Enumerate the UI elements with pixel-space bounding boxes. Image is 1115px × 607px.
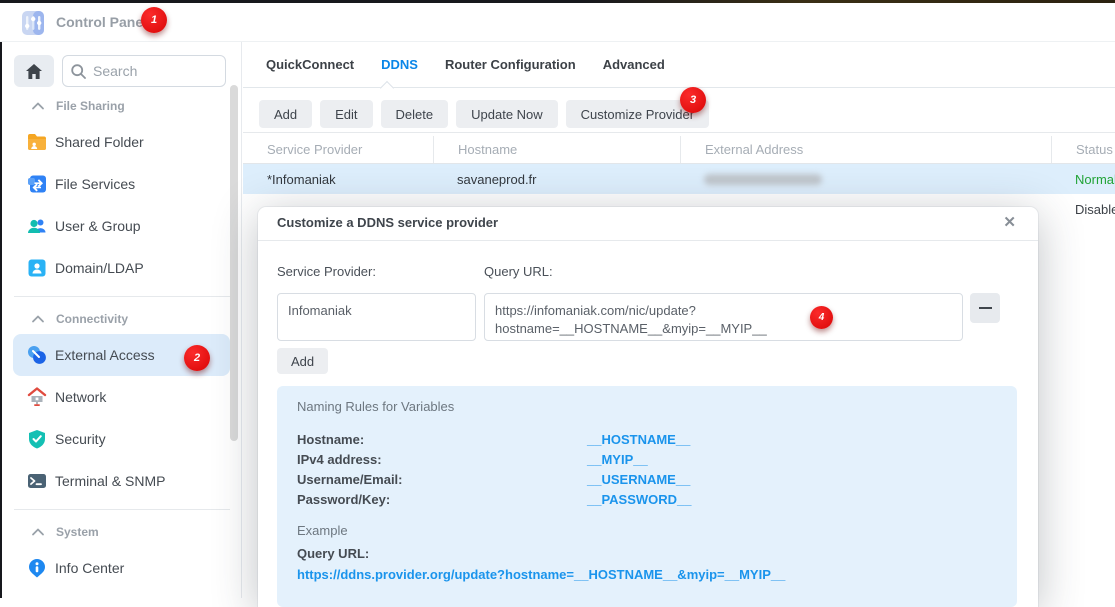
rule-password: Password/Key: __PASSWORD__ <box>297 489 997 509</box>
tab-advanced[interactable]: Advanced <box>603 57 665 72</box>
sidebar-item-label: Terminal & SNMP <box>55 473 165 489</box>
example-query-url-link[interactable]: https://ddns.provider.org/update?hostnam… <box>297 567 997 582</box>
remove-provider-button[interactable] <box>970 293 1000 323</box>
sidebar: File Sharing Shared Folder File Services… <box>2 42 242 598</box>
column-header-external-address[interactable]: External Address <box>680 136 1051 163</box>
sidebar-item-shared-folder[interactable]: Shared Folder <box>2 121 242 163</box>
cell-status: Normal <box>1051 164 1115 194</box>
shared-folder-icon <box>27 132 47 152</box>
sidebar-item-label: Shared Folder <box>55 134 144 150</box>
annotation-badge-3: 3 <box>680 87 706 113</box>
customize-ddns-provider-dialog: Customize a DDNS service provider ✕ Serv… <box>258 207 1038 607</box>
sidebar-item-label: Info Center <box>55 560 124 576</box>
column-header-service-provider[interactable]: Service Provider <box>243 136 433 163</box>
tab-ddns[interactable]: DDNS <box>381 57 418 72</box>
example-query-url-label: Query URL: <box>297 546 997 561</box>
tab-bar: QuickConnect DDNS Router Configuration A… <box>243 42 1115 88</box>
sidebar-item-label: User & Group <box>55 218 141 234</box>
page-title: Control Panel <box>56 3 147 42</box>
cell-external-address <box>680 164 1051 194</box>
chevron-up-icon <box>31 101 45 111</box>
sidebar-item-network[interactable]: Network <box>2 376 242 418</box>
annotation-badge-1: 1 <box>141 7 167 33</box>
sidebar-item-security[interactable]: Security <box>2 418 242 460</box>
sidebar-group-label: File Sharing <box>56 99 125 113</box>
query-url-input[interactable]: https://infomaniak.com/nic/update? hostn… <box>484 293 963 341</box>
search-box[interactable] <box>62 55 226 87</box>
control-panel-icon <box>22 11 44 35</box>
terminal-icon <box>27 471 47 491</box>
chevron-up-icon <box>31 314 45 324</box>
annotation-badge-2: 2 <box>184 345 210 371</box>
update-now-button[interactable]: Update Now <box>456 100 558 128</box>
sidebar-group-connectivity[interactable]: Connectivity <box>2 309 232 329</box>
delete-button[interactable]: Delete <box>381 100 449 128</box>
example-label: Example <box>297 523 997 538</box>
edit-button[interactable]: Edit <box>320 100 372 128</box>
query-url-line2: hostname=__HOSTNAME__&myip=__MYIP__ <box>495 320 952 338</box>
domain-ldap-icon <box>27 258 47 278</box>
sidebar-group-file-sharing[interactable]: File Sharing <box>2 96 232 116</box>
app-header: Control Panel <box>0 3 1115 42</box>
blurred-ip-address <box>704 174 822 185</box>
sidebar-item-user-group[interactable]: User & Group <box>2 205 242 247</box>
sidebar-item-label: File Services <box>55 176 135 192</box>
sidebar-item-label: External Access <box>55 347 155 363</box>
sidebar-item-info-center[interactable]: Info Center <box>2 547 242 589</box>
chevron-up-icon <box>31 527 45 537</box>
external-access-icon <box>27 345 47 365</box>
home-icon <box>26 64 42 79</box>
sidebar-divider <box>14 296 230 297</box>
sidebar-item-file-services[interactable]: File Services <box>2 163 242 205</box>
tab-router-configuration[interactable]: Router Configuration <box>445 57 576 72</box>
tab-quickconnect[interactable]: QuickConnect <box>266 57 354 72</box>
add-button[interactable]: Add <box>259 100 312 128</box>
cell-hostname: savaneprod.fr <box>433 164 680 194</box>
annotation-badge-4: 4 <box>810 306 833 329</box>
rule-username: Username/Email: __USERNAME__ <box>297 469 997 489</box>
dialog-add-button[interactable]: Add <box>277 348 328 374</box>
column-header-status[interactable]: Status <box>1051 136 1115 163</box>
minus-icon <box>979 307 992 309</box>
rule-hostname: Hostname: __HOSTNAME__ <box>297 429 997 449</box>
user-group-icon <box>27 216 47 236</box>
security-icon <box>27 429 47 449</box>
sidebar-item-label: Network <box>55 389 106 405</box>
cell-service-provider: *Infomaniak <box>243 164 433 194</box>
info-center-icon <box>27 558 47 578</box>
home-button[interactable] <box>14 55 54 87</box>
file-services-icon <box>27 174 47 194</box>
rule-ipv4: IPv4 address: __MYIP__ <box>297 449 997 469</box>
service-provider-input[interactable]: Infomaniak <box>277 293 476 341</box>
column-header-hostname[interactable]: Hostname <box>433 136 680 163</box>
query-url-label: Query URL: <box>484 264 553 279</box>
cell-status: Disabled <box>1051 194 1115 224</box>
sidebar-item-terminal-snmp[interactable]: Terminal & SNMP <box>2 460 242 502</box>
naming-rules-title: Naming Rules for Variables <box>297 399 997 414</box>
sidebar-item-label: Domain/LDAP <box>55 260 144 276</box>
naming-rules-panel: Naming Rules for Variables Hostname: __H… <box>277 386 1017 607</box>
network-icon <box>27 387 47 407</box>
close-icon[interactable]: ✕ <box>1003 213 1016 231</box>
search-icon <box>71 64 86 79</box>
sidebar-group-label: Connectivity <box>56 312 128 326</box>
query-url-line1: https://infomaniak.com/nic/update? <box>495 302 952 320</box>
sidebar-group-system[interactable]: System <box>2 522 232 542</box>
sidebar-item-domain-ldap[interactable]: Domain/LDAP <box>2 247 242 289</box>
table-row[interactable]: *Infomaniak savaneprod.fr Normal <box>243 164 1115 194</box>
sidebar-divider <box>14 509 230 510</box>
sidebar-item-label: Security <box>55 431 106 447</box>
table-header: Service Provider Hostname External Addre… <box>243 136 1115 164</box>
dialog-header: Customize a DDNS service provider ✕ <box>258 207 1038 241</box>
search-input[interactable] <box>93 63 203 79</box>
dialog-title: Customize a DDNS service provider <box>277 207 498 241</box>
sidebar-group-label: System <box>56 525 99 539</box>
ddns-toolbar: Add Edit Delete Update Now Customize Pro… <box>243 89 1115 133</box>
service-provider-label: Service Provider: <box>277 264 376 279</box>
